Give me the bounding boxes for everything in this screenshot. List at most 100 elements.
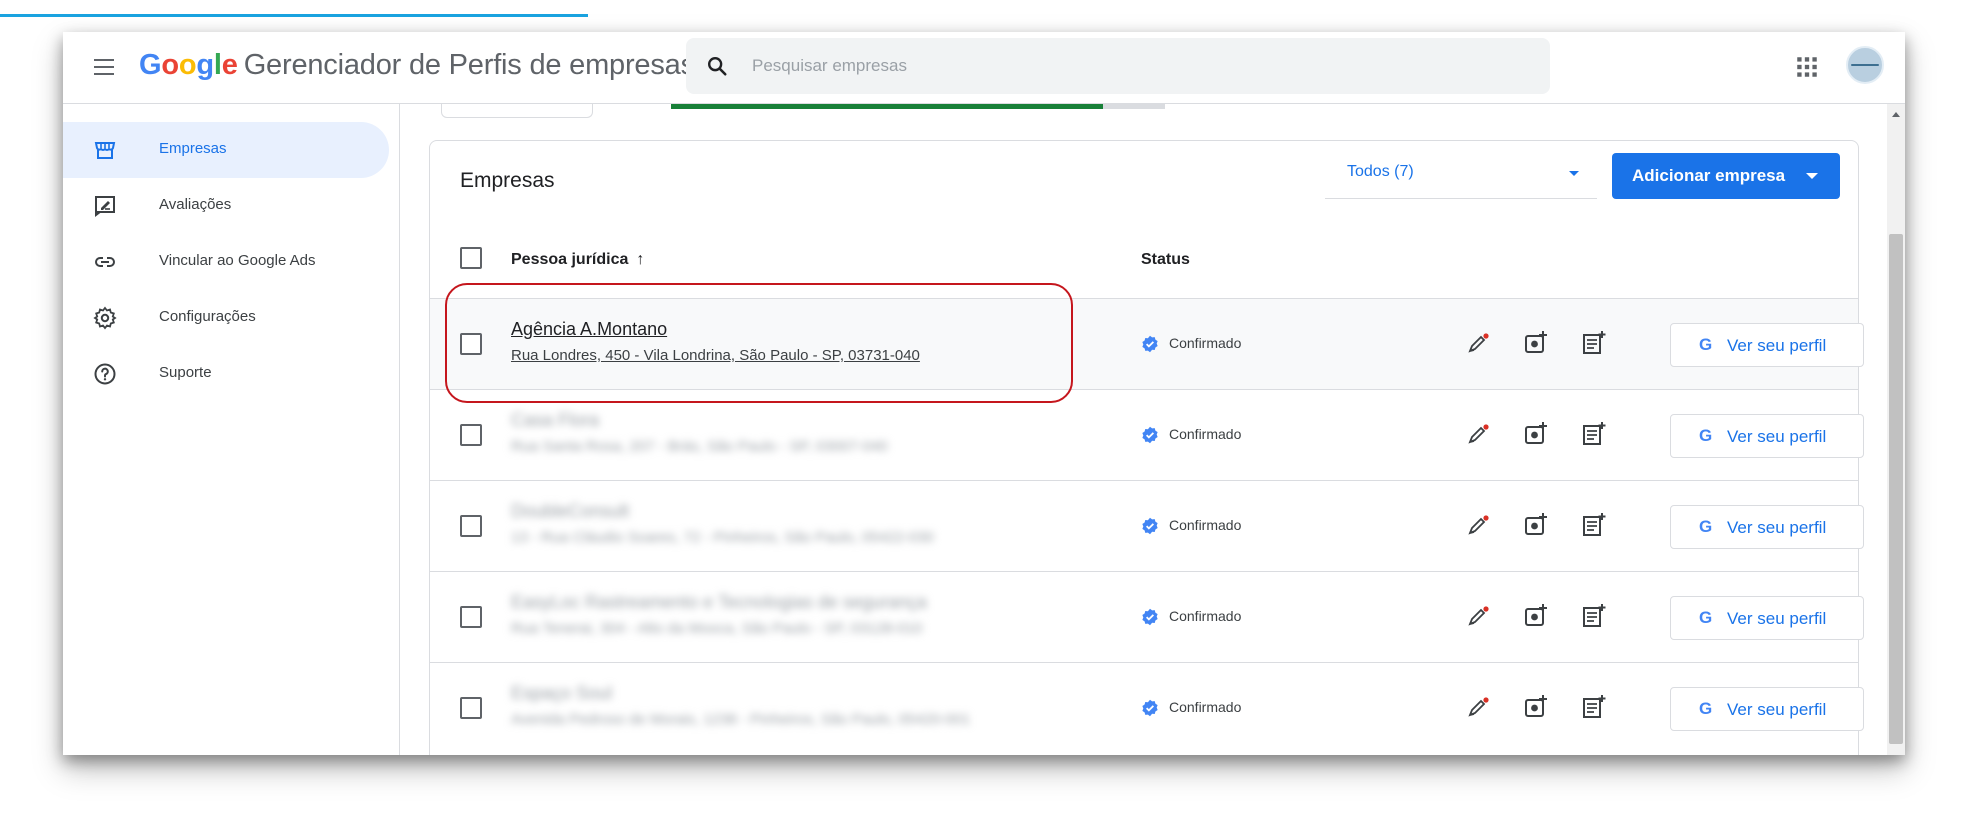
- top-bar: Google Gerenciador de Perfis de empresas: [63, 32, 1905, 104]
- add-post-icon[interactable]: [1580, 602, 1608, 630]
- row-checkbox[interactable]: [460, 697, 482, 719]
- business-address[interactable]: 13 - Rua Cláudio Soares, 72 - Pinheiros,…: [511, 529, 934, 546]
- app-title: Gerenciador de Perfis de empresas: [243, 49, 695, 81]
- status-badge: Confirmado: [1141, 335, 1241, 353]
- view-profile-button[interactable]: G Ver seu perfil: [1670, 323, 1864, 367]
- google-g-icon: G: [1699, 426, 1713, 445]
- help-icon: [94, 363, 116, 385]
- edit-icon[interactable]: [1464, 511, 1492, 539]
- menu-icon[interactable]: [91, 54, 117, 80]
- view-profile-button[interactable]: G Ver seu perfil: [1670, 505, 1864, 549]
- scrollbar-thumb[interactable]: [1889, 234, 1903, 744]
- business-name-link[interactable]: DoubleConsult: [511, 501, 629, 522]
- filter-dropdown[interactable]: Todos (7): [1325, 151, 1597, 199]
- verified-icon: [1142, 336, 1158, 353]
- search-bar[interactable]: [686, 38, 1550, 94]
- sidebar-item-label: Empresas: [159, 140, 227, 157]
- gear-icon: [93, 306, 117, 330]
- verified-icon: [1142, 609, 1158, 626]
- edit-icon[interactable]: [1464, 329, 1492, 357]
- view-profile-label: Ver seu perfil: [1727, 336, 1827, 355]
- scrollbar[interactable]: [1887, 104, 1905, 755]
- add-photo-icon[interactable]: [1522, 602, 1550, 630]
- sidebar-item-vincular-google-ads[interactable]: Vincular ao Google Ads: [63, 234, 389, 290]
- business-address[interactable]: Rua Tenerai, 304 - Alto da Mooca, São Pa…: [511, 620, 922, 637]
- verified-icon: [1142, 518, 1158, 535]
- add-business-label: Adicionar empresa: [1632, 166, 1786, 185]
- table-row: Espaço Soul Avenida Pedroso de Morais, 1…: [430, 662, 1864, 753]
- verified-icon: [1142, 700, 1158, 717]
- business-name-link[interactable]: Espaço Soul: [511, 683, 612, 704]
- review-icon: [95, 196, 115, 217]
- sidebar-item-label: Suporte: [159, 364, 212, 381]
- partial-progress-track: [1103, 104, 1165, 109]
- scroll-up-arrow-icon[interactable]: [1892, 112, 1900, 117]
- filter-value: Todos (7): [1347, 163, 1414, 180]
- storefront-icon: [94, 142, 116, 159]
- search-input[interactable]: [752, 52, 1512, 80]
- add-photo-icon[interactable]: [1522, 511, 1550, 539]
- business-address[interactable]: Rua Santa Rosa, 207 - Brás, São Paulo - …: [511, 438, 888, 455]
- status-badge: Confirmado: [1141, 426, 1241, 444]
- row-checkbox[interactable]: [460, 606, 482, 628]
- add-photo-icon[interactable]: [1522, 693, 1550, 721]
- partial-tab: [441, 104, 593, 118]
- add-post-icon[interactable]: [1580, 329, 1608, 357]
- add-post-icon[interactable]: [1580, 511, 1608, 539]
- table-row: Casa Flora Rua Santa Rosa, 207 - Brás, S…: [430, 389, 1864, 480]
- add-post-icon[interactable]: [1580, 693, 1608, 721]
- sidebar-item-suporte[interactable]: Suporte: [63, 346, 389, 402]
- edit-icon[interactable]: [1464, 420, 1492, 448]
- brand: Google Gerenciador de Perfis de empresas: [139, 49, 695, 82]
- business-address[interactable]: Avenida Pedroso de Morais, 1238 - Pinhei…: [511, 711, 970, 728]
- partial-progress-bar: [671, 104, 1103, 109]
- status-label: Confirmado: [1169, 699, 1242, 715]
- avatar[interactable]: [1846, 46, 1884, 84]
- link-icon: [95, 257, 115, 267]
- top-accent-line: [0, 14, 588, 17]
- sidebar-item-label: Avaliações: [159, 196, 232, 213]
- column-header-status: Status: [1141, 251, 1190, 268]
- status-badge: Confirmado: [1141, 699, 1241, 717]
- status-label: Confirmado: [1169, 608, 1242, 624]
- column-header-name[interactable]: Pessoa jurídica ↑: [511, 251, 644, 269]
- table-row: Agência A.Montano Rua Londres, 450 - Vil…: [430, 298, 1864, 389]
- add-photo-icon[interactable]: [1522, 329, 1550, 357]
- view-profile-button[interactable]: G Ver seu perfil: [1670, 596, 1864, 640]
- status-label: Confirmado: [1169, 335, 1242, 351]
- chevron-down-icon: [1806, 173, 1818, 179]
- add-post-icon[interactable]: [1580, 420, 1608, 448]
- edit-icon[interactable]: [1464, 693, 1492, 721]
- add-business-button[interactable]: Adicionar empresa: [1612, 153, 1840, 199]
- view-profile-button[interactable]: G Ver seu perfil: [1670, 687, 1864, 731]
- row-checkbox[interactable]: [460, 424, 482, 446]
- select-all-checkbox[interactable]: [460, 247, 482, 269]
- google-g-icon: G: [1699, 699, 1713, 718]
- sidebar-item-label: Configurações: [159, 308, 256, 325]
- business-name-link[interactable]: Agência A.Montano: [511, 319, 667, 340]
- edit-icon[interactable]: [1464, 602, 1492, 630]
- table-row: EasyLoc Rastreamento e Tecnologias de se…: [430, 571, 1864, 662]
- google-g-icon: G: [1699, 517, 1713, 536]
- business-address[interactable]: Rua Londres, 450 - Vila Londrina, São Pa…: [511, 347, 920, 364]
- column-header-name-label: Pessoa jurídica: [511, 251, 629, 268]
- chevron-down-icon: [1569, 171, 1579, 176]
- status-label: Confirmado: [1169, 426, 1242, 442]
- verified-icon: [1142, 427, 1158, 444]
- row-checkbox[interactable]: [460, 515, 482, 537]
- sidebar-item-avaliacoes[interactable]: Avaliações: [63, 178, 389, 234]
- search-icon: [708, 57, 727, 76]
- row-checkbox[interactable]: [460, 333, 482, 355]
- view-profile-label: Ver seu perfil: [1727, 609, 1827, 628]
- status-badge: Confirmado: [1141, 517, 1241, 535]
- sidebar-item-empresas[interactable]: Empresas: [63, 122, 389, 178]
- avatar-logo-icon: [1851, 64, 1879, 66]
- add-photo-icon[interactable]: [1522, 420, 1550, 448]
- view-profile-label: Ver seu perfil: [1727, 518, 1827, 537]
- view-profile-button[interactable]: G Ver seu perfil: [1670, 414, 1864, 458]
- business-name-link[interactable]: Casa Flora: [511, 410, 599, 431]
- sidebar-item-configuracoes[interactable]: Configurações: [63, 290, 389, 346]
- business-name-link[interactable]: EasyLoc Rastreamento e Tecnologias de se…: [511, 592, 927, 613]
- google-g-icon: G: [1699, 608, 1713, 627]
- apps-grid-icon[interactable]: [1794, 54, 1820, 80]
